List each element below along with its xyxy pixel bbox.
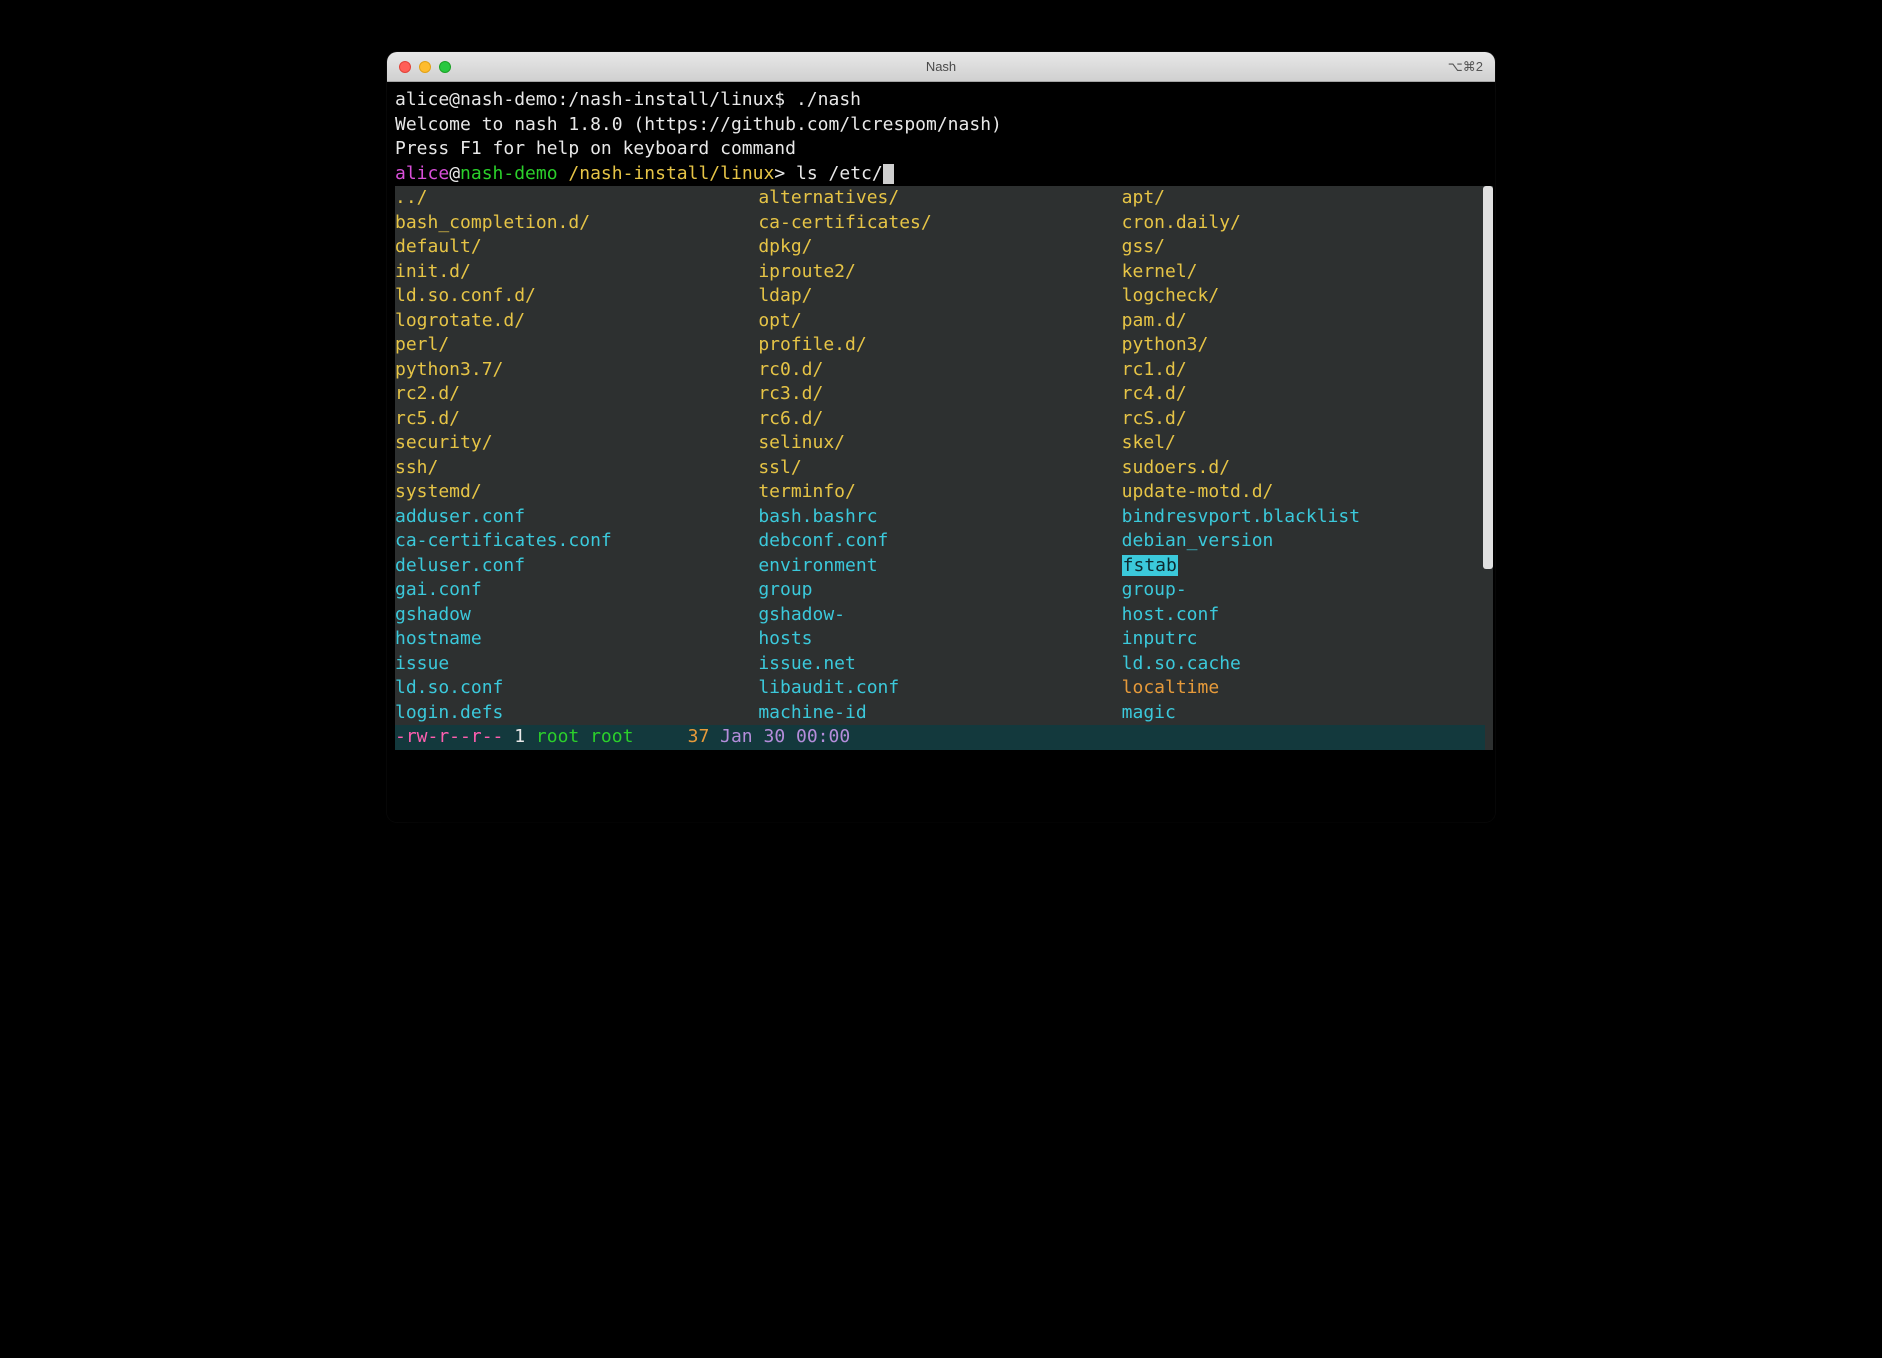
list-item[interactable]: init.d/ <box>395 260 758 285</box>
list-item[interactable]: rc2.d/ <box>395 382 758 407</box>
list-item[interactable]: adduser.conf <box>395 505 758 530</box>
close-icon[interactable] <box>399 61 411 73</box>
list-item[interactable]: hostname <box>395 627 758 652</box>
list-item[interactable]: iproute2/ <box>758 260 1121 285</box>
prompt-at: @ <box>449 163 460 184</box>
list-item[interactable]: magic <box>1122 701 1485 726</box>
list-item[interactable]: bindresvport.blacklist <box>1122 505 1485 530</box>
list-item[interactable]: debian_version <box>1122 529 1485 554</box>
output-line: alice@nash-demo:/nash-install/linux$ ./n… <box>395 88 1493 113</box>
list-item[interactable]: ssl/ <box>758 456 1121 481</box>
status-owner: root <box>536 726 579 747</box>
list-item[interactable]: bash_completion.d/ <box>395 211 758 236</box>
list-item[interactable]: alternatives/ <box>758 186 1121 211</box>
list-item[interactable]: gshadow- <box>758 603 1121 628</box>
zoom-icon[interactable] <box>439 61 451 73</box>
list-item[interactable]: selinux/ <box>758 431 1121 456</box>
list-item[interactable]: bash.bashrc <box>758 505 1121 530</box>
traffic-lights <box>387 61 451 73</box>
cursor-icon <box>883 164 894 184</box>
status-size: 37 <box>633 726 709 747</box>
list-item[interactable]: issue.net <box>758 652 1121 677</box>
status-line: -rw-r--r-- 1 root root 37 Jan 30 00:00 <box>395 725 1485 750</box>
list-item[interactable]: localtime <box>1122 676 1485 701</box>
list-item[interactable]: hosts <box>758 627 1121 652</box>
terminal-body[interactable]: alice@nash-demo:/nash-install/linux$ ./n… <box>387 82 1495 822</box>
list-item[interactable]: ld.so.conf.d/ <box>395 284 758 309</box>
list-item[interactable]: update-motd.d/ <box>1122 480 1485 505</box>
list-item[interactable]: rc3.d/ <box>758 382 1121 407</box>
list-item[interactable]: gai.conf <box>395 578 758 603</box>
list-item[interactable]: terminfo/ <box>758 480 1121 505</box>
list-item[interactable]: cron.daily/ <box>1122 211 1485 236</box>
list-item[interactable]: host.conf <box>1122 603 1485 628</box>
list-item[interactable]: perl/ <box>395 333 758 358</box>
prompt-gt: > <box>774 163 785 184</box>
status-group: root <box>579 726 633 747</box>
window-shortcut: ⌥⌘2 <box>1448 59 1483 75</box>
list-item[interactable]: python3.7/ <box>395 358 758 383</box>
list-item[interactable]: pam.d/ <box>1122 309 1485 334</box>
list-item[interactable]: machine-id <box>758 701 1121 726</box>
list-item[interactable]: apt/ <box>1122 186 1485 211</box>
completion-list[interactable]: ../alternatives/apt/bash_completion.d/ca… <box>395 186 1493 750</box>
list-item[interactable]: python3/ <box>1122 333 1485 358</box>
list-item[interactable]: rc0.d/ <box>758 358 1121 383</box>
list-item[interactable]: login.defs <box>395 701 758 726</box>
list-item[interactable]: inputrc <box>1122 627 1485 652</box>
list-item[interactable]: group- <box>1122 578 1485 603</box>
list-item[interactable]: libaudit.conf <box>758 676 1121 701</box>
prompt-host: nash-demo <box>460 163 558 184</box>
list-item[interactable]: skel/ <box>1122 431 1485 456</box>
list-item[interactable]: dpkg/ <box>758 235 1121 260</box>
list-item[interactable]: ld.so.conf <box>395 676 758 701</box>
output-line: Welcome to nash 1.8.0 (https://github.co… <box>395 113 1493 138</box>
list-item[interactable]: rc5.d/ <box>395 407 758 432</box>
list-item[interactable]: gss/ <box>1122 235 1485 260</box>
list-item[interactable]: rc4.d/ <box>1122 382 1485 407</box>
list-item[interactable]: profile.d/ <box>758 333 1121 358</box>
list-item[interactable]: ldap/ <box>758 284 1121 309</box>
list-item[interactable]: deluser.conf <box>395 554 758 579</box>
minimize-icon[interactable] <box>419 61 431 73</box>
list-item[interactable]: ssh/ <box>395 456 758 481</box>
scrollbar[interactable] <box>1483 186 1493 569</box>
list-item[interactable]: ../ <box>395 186 758 211</box>
list-item[interactable]: rcS.d/ <box>1122 407 1485 432</box>
list-item[interactable]: gshadow <box>395 603 758 628</box>
list-item[interactable]: debconf.conf <box>758 529 1121 554</box>
terminal-window: Nash ⌥⌘2 alice@nash-demo:/nash-install/l… <box>387 52 1495 822</box>
list-item[interactable]: issue <box>395 652 758 677</box>
prompt-line[interactable]: alice@nash-demo /nash-install/linux> ls … <box>395 162 1493 187</box>
list-item[interactable]: ca-certificates.conf <box>395 529 758 554</box>
window-title: Nash <box>387 59 1495 74</box>
list-item[interactable]: rc1.d/ <box>1122 358 1485 383</box>
list-item[interactable]: ld.so.cache <box>1122 652 1485 677</box>
list-item[interactable]: fstab <box>1122 554 1485 579</box>
list-item[interactable]: security/ <box>395 431 758 456</box>
output-line: Press F1 for help on keyboard command <box>395 137 1493 162</box>
list-item[interactable]: logcheck/ <box>1122 284 1485 309</box>
list-item[interactable]: sudoers.d/ <box>1122 456 1485 481</box>
prompt-path: /nash-install/linux <box>568 163 774 184</box>
list-item[interactable]: default/ <box>395 235 758 260</box>
list-item[interactable]: environment <box>758 554 1121 579</box>
list-item[interactable]: logrotate.d/ <box>395 309 758 334</box>
list-item[interactable]: rc6.d/ <box>758 407 1121 432</box>
list-item[interactable]: group <box>758 578 1121 603</box>
prompt-command: ls /etc/ <box>785 163 883 184</box>
list-item[interactable]: systemd/ <box>395 480 758 505</box>
list-item[interactable]: ca-certificates/ <box>758 211 1121 236</box>
titlebar[interactable]: Nash ⌥⌘2 <box>387 52 1495 82</box>
list-item[interactable]: kernel/ <box>1122 260 1485 285</box>
list-item[interactable]: opt/ <box>758 309 1121 334</box>
prompt-user: alice <box>395 163 449 184</box>
status-date: Jan 30 00:00 <box>709 726 850 747</box>
status-perms: -rw-r--r-- <box>395 726 503 747</box>
